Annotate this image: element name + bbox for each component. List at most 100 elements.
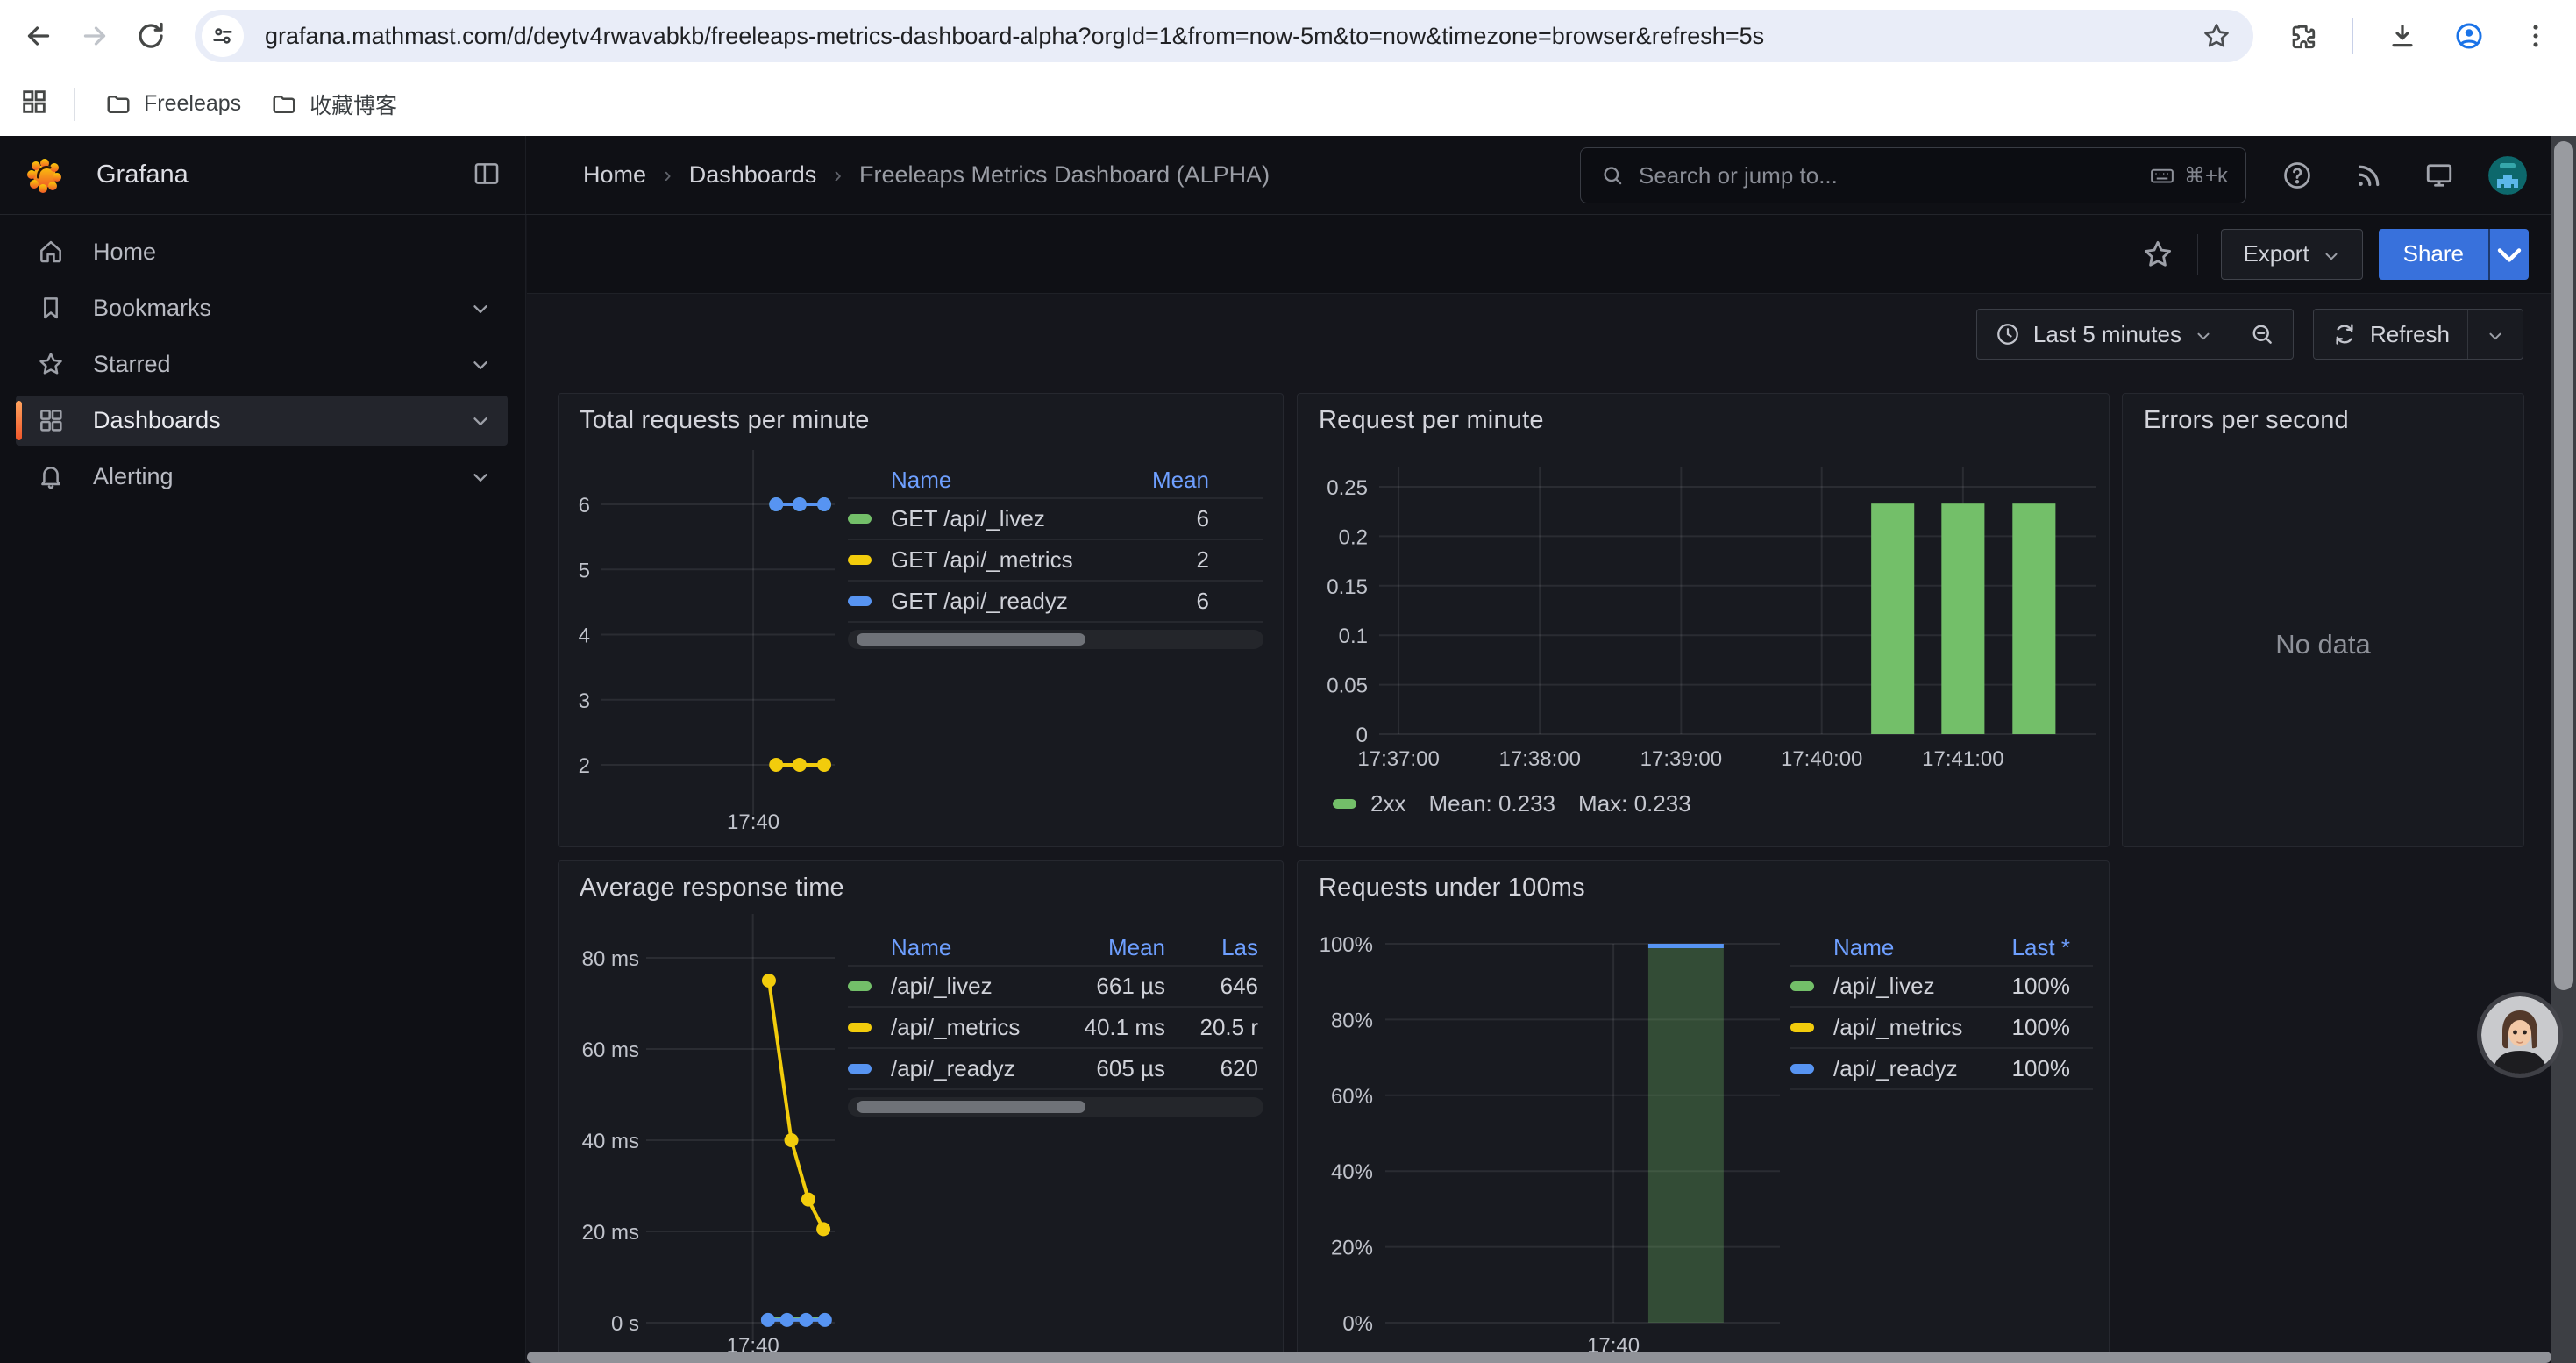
scrollbar-thumb[interactable] bbox=[857, 1101, 1085, 1113]
sidebar-item-starred[interactable]: Starred bbox=[16, 339, 508, 389]
legend-header: Name Mean Las bbox=[848, 930, 1263, 967]
folder-icon bbox=[105, 91, 132, 118]
col-name[interactable]: Name bbox=[891, 934, 1051, 961]
series-last: 100% bbox=[1965, 973, 2070, 1000]
series-swatch bbox=[1790, 981, 1814, 991]
user-avatar[interactable] bbox=[2488, 156, 2527, 195]
series-name[interactable]: /api/_readyz bbox=[891, 1055, 1051, 1082]
svg-text:0.15: 0.15 bbox=[1327, 575, 1368, 599]
kiosk-monitor-icon[interactable] bbox=[2423, 160, 2455, 191]
bell-icon bbox=[37, 462, 67, 492]
time-range-picker[interactable]: Last 5 minutes bbox=[1977, 310, 2231, 359]
legend-row[interactable]: /api/_metrics 40.1 ms 20.5 r bbox=[848, 1008, 1263, 1049]
bookmark-star-icon[interactable] bbox=[2197, 17, 2236, 55]
refresh-button[interactable]: Refresh bbox=[2314, 310, 2467, 359]
share-button[interactable]: Share bbox=[2379, 229, 2488, 280]
svg-text:60%: 60% bbox=[1331, 1085, 1373, 1109]
subheader-divider bbox=[2197, 234, 2198, 275]
legend-row[interactable]: GET /api/_readyz 6 bbox=[848, 582, 1263, 623]
svg-text:20%: 20% bbox=[1331, 1237, 1373, 1260]
legend-scrollbar[interactable] bbox=[848, 1097, 1263, 1117]
refresh-interval-dropdown[interactable] bbox=[2467, 310, 2523, 359]
star-icon bbox=[37, 350, 67, 380]
url-text[interactable]: grafana.mathmast.com/d/deytv4rwavabkb/fr… bbox=[265, 23, 2197, 50]
bookmark-folder-freeleaps[interactable]: Freeleaps bbox=[105, 91, 241, 118]
breadcrumb-dashboards[interactable]: Dashboards bbox=[689, 161, 817, 189]
series-name[interactable]: GET /api/_readyz bbox=[891, 588, 1113, 615]
chevron-down-icon[interactable] bbox=[469, 466, 492, 489]
legend-row[interactable]: /api/_readyz 100% bbox=[1790, 1049, 2093, 1090]
chevron-down-icon[interactable] bbox=[469, 410, 492, 432]
horizontal-scrollbar[interactable] bbox=[527, 1352, 2551, 1363]
grafana-logo[interactable] bbox=[26, 157, 63, 194]
series-name[interactable]: /api/_metrics bbox=[891, 1014, 1051, 1041]
panel-title[interactable]: Errors per second bbox=[2144, 406, 2349, 435]
series-mean: 2 bbox=[1113, 546, 1209, 574]
series-name[interactable]: GET /api/_livez bbox=[891, 505, 1113, 532]
col-last[interactable]: Last * bbox=[1965, 934, 2070, 961]
legend-item-2xx[interactable]: 2xx bbox=[1333, 790, 1405, 817]
sidebar-item-alerting[interactable]: Alerting bbox=[16, 452, 508, 502]
browser-toolbar: grafana.mathmast.com/d/deytv4rwavabkb/fr… bbox=[0, 0, 2576, 72]
col-name[interactable]: Name bbox=[891, 467, 1113, 494]
menu-kebab-icon[interactable] bbox=[2518, 18, 2553, 54]
site-info-icon[interactable] bbox=[202, 15, 244, 57]
chevron-down-icon[interactable] bbox=[469, 353, 492, 376]
legend-row[interactable]: /api/_metrics 100% bbox=[1790, 1008, 2093, 1049]
svg-text:3: 3 bbox=[579, 689, 590, 713]
col-mean[interactable]: Mean bbox=[1051, 934, 1165, 961]
series-name[interactable]: /api/_readyz bbox=[1833, 1055, 1965, 1082]
zoom-out-button[interactable] bbox=[2231, 310, 2293, 359]
profile-icon[interactable] bbox=[2451, 18, 2487, 54]
floating-assistant-avatar[interactable] bbox=[2481, 996, 2558, 1074]
breadcrumb: Home › Dashboards › Freeleaps Metrics Da… bbox=[583, 136, 1270, 214]
legend-row[interactable]: GET /api/_metrics 2 bbox=[848, 540, 1263, 582]
export-button[interactable]: Export bbox=[2221, 229, 2362, 280]
sidebar-item-home[interactable]: Home bbox=[16, 227, 508, 277]
search-input[interactable]: Search or jump to... ⌘+k bbox=[1580, 147, 2246, 203]
legend-scrollbar[interactable] bbox=[848, 630, 1263, 649]
series-swatch bbox=[1790, 1023, 1814, 1032]
help-icon[interactable] bbox=[2281, 160, 2313, 191]
bookmark-folder-blogs[interactable]: 收藏博客 bbox=[271, 89, 397, 120]
series-swatch bbox=[848, 596, 872, 606]
series-swatch bbox=[1333, 799, 1356, 809]
legend-row[interactable]: /api/_livez 100% bbox=[1790, 967, 2093, 1008]
series-name[interactable]: /api/_livez bbox=[1833, 973, 1965, 1000]
breadcrumb-separator: › bbox=[664, 161, 672, 189]
address-bar[interactable]: grafana.mathmast.com/d/deytv4rwavabkb/fr… bbox=[195, 10, 2253, 62]
dashboards-icon bbox=[37, 406, 67, 436]
series-name[interactable]: /api/_metrics bbox=[1833, 1014, 1965, 1041]
series-name[interactable]: /api/_livez bbox=[891, 973, 1051, 1000]
col-mean[interactable]: Mean bbox=[1113, 467, 1209, 494]
chart-request-per-minute[interactable]: 0.250.20.150.10.05017:37:0017:38:0017:39… bbox=[1298, 394, 2110, 853]
forward-icon[interactable] bbox=[67, 8, 123, 64]
grafana-app: Grafana Home › Dashboards › Freeleaps Me… bbox=[0, 136, 2576, 1363]
scrollbar-thumb[interactable] bbox=[2554, 141, 2573, 990]
favorite-star-icon[interactable] bbox=[2141, 238, 2174, 271]
download-icon[interactable] bbox=[2385, 18, 2420, 54]
col-last[interactable]: Las bbox=[1165, 934, 1263, 961]
svg-text:17:40: 17:40 bbox=[727, 810, 779, 834]
svg-text:80 ms: 80 ms bbox=[582, 947, 639, 971]
back-icon[interactable] bbox=[11, 8, 67, 64]
vertical-scrollbar[interactable] bbox=[2551, 136, 2576, 1363]
scrollbar-thumb[interactable] bbox=[857, 633, 1085, 646]
breadcrumb-home[interactable]: Home bbox=[583, 161, 646, 189]
chevron-down-icon[interactable] bbox=[469, 297, 492, 320]
apps-grid-icon[interactable] bbox=[19, 87, 54, 122]
browser-actions bbox=[2285, 18, 2553, 54]
sidebar-toggle-icon[interactable] bbox=[472, 159, 505, 192]
col-name[interactable]: Name bbox=[1833, 934, 1965, 961]
share-dropdown-button[interactable] bbox=[2488, 229, 2529, 280]
sidebar-item-dashboards[interactable]: Dashboards bbox=[16, 396, 508, 446]
svg-text:0 s: 0 s bbox=[611, 1312, 639, 1336]
series-name[interactable]: GET /api/_metrics bbox=[891, 546, 1113, 574]
extensions-icon[interactable] bbox=[2285, 18, 2320, 54]
legend-row[interactable]: GET /api/_livez 6 bbox=[848, 499, 1263, 540]
news-rss-icon[interactable] bbox=[2353, 160, 2385, 191]
reload-icon[interactable] bbox=[123, 8, 179, 64]
sidebar-item-bookmarks[interactable]: Bookmarks bbox=[16, 283, 508, 333]
legend-row[interactable]: /api/_readyz 605 µs 620 bbox=[848, 1049, 1263, 1090]
legend-row[interactable]: /api/_livez 661 µs 646 bbox=[848, 967, 1263, 1008]
